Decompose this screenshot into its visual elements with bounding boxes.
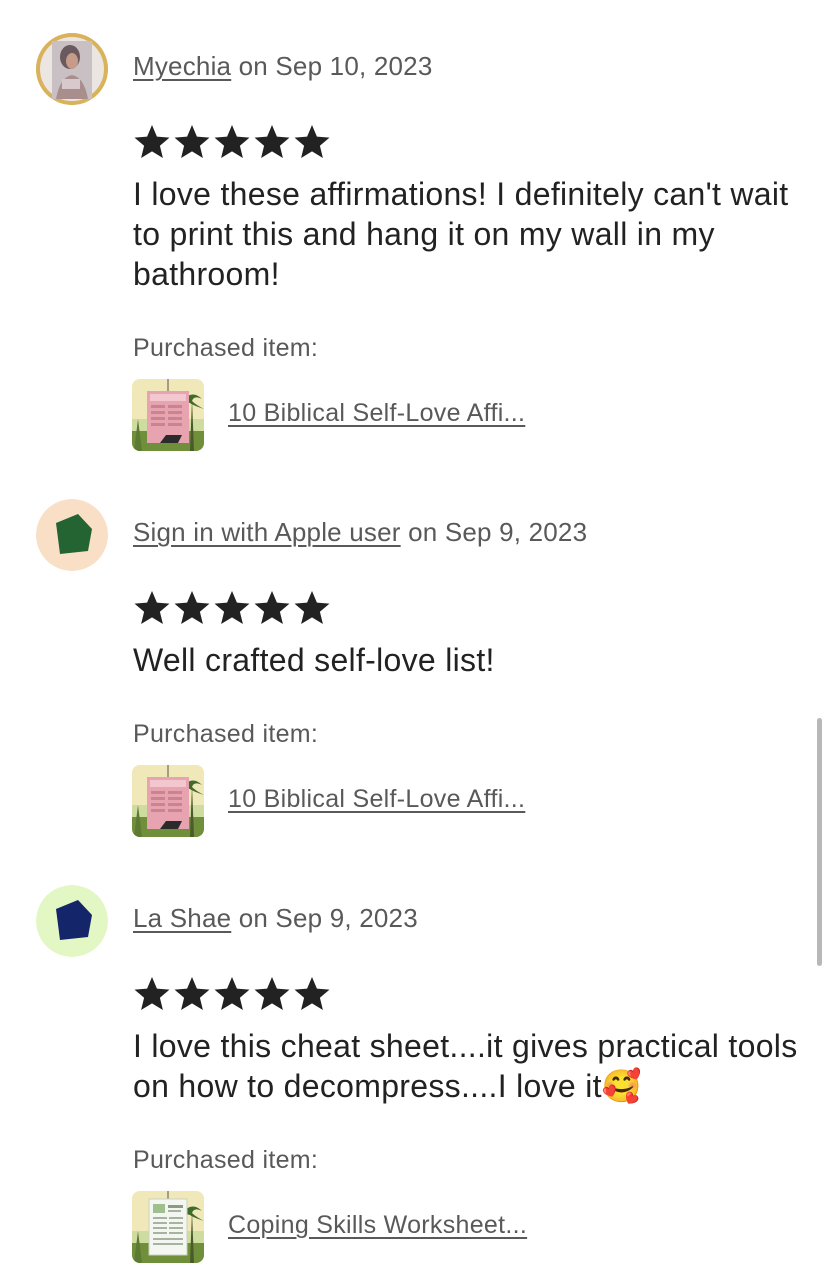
review-meta: La Shae on Sep 9, 2023 [133,903,418,934]
review-text: Well crafted self-love list! [133,642,495,678]
star-icon [174,591,210,624]
star-icon [134,977,170,1010]
scrollbar[interactable] [817,718,822,966]
star-icon [254,591,290,624]
star-icon [294,591,330,624]
review-meta: Sign in with Apple user on Sep 9, 2023 [133,517,587,548]
reviewer-name-link[interactable]: Myechia [133,51,231,81]
purchased-item-link[interactable]: 10 Biblical Self-Love Affi... [228,399,525,428]
purchased-item-label: Purchased item: [133,334,319,362]
profile-photo-icon [36,33,108,105]
item-thumbnail[interactable] [132,379,204,451]
purchased-item-link[interactable]: 10 Biblical Self-Love Affi... [228,785,525,814]
review-date: on Sep 9, 2023 [400,517,588,547]
star-icon [214,977,250,1010]
item-thumbnail[interactable] [132,1191,204,1263]
worksheet-thumbnail-icon [132,1191,204,1263]
review-date: on Sep 9, 2023 [231,903,418,933]
item-thumbnail[interactable] [132,765,204,837]
star-icon [254,977,290,1010]
reviewer-name-link[interactable]: La Shae [133,903,231,933]
star-icon [214,125,250,158]
reviewer-avatar[interactable] [36,499,108,571]
review-text: I love these affirmations! I definitely … [133,176,789,292]
star-rating [133,589,331,627]
star-icon [174,977,210,1010]
pentagon-icon [36,499,108,571]
review-text-content: I love this cheat sheet....it gives prac… [133,1028,798,1104]
affirmation-poster-thumbnail-icon [132,379,204,451]
review-meta: Myechia on Sep 10, 2023 [133,51,432,82]
star-icon [294,125,330,158]
star-icon [214,591,250,624]
star-icon [134,125,170,158]
purchased-item-label: Purchased item: [133,720,319,748]
star-icon [134,591,170,624]
affirmation-poster-thumbnail-icon [132,765,204,837]
purchased-item-label: Purchased item: [133,1146,319,1174]
star-icon [294,977,330,1010]
star-icon [254,125,290,158]
review-text: I love this cheat sheet....it gives prac… [133,1026,803,1106]
star-rating [133,123,331,161]
purchased-item-link[interactable]: Coping Skills Worksheet... [228,1211,527,1240]
review-date: on Sep 10, 2023 [231,51,433,81]
pentagon-icon [36,885,108,957]
reviewer-avatar[interactable] [36,33,108,105]
star-icon [174,125,210,158]
smiling-face-with-hearts-icon: 🥰 [601,1068,642,1104]
reviewer-name-link[interactable]: Sign in with Apple user [133,517,401,547]
reviewer-avatar[interactable] [36,885,108,957]
star-rating [133,975,331,1013]
